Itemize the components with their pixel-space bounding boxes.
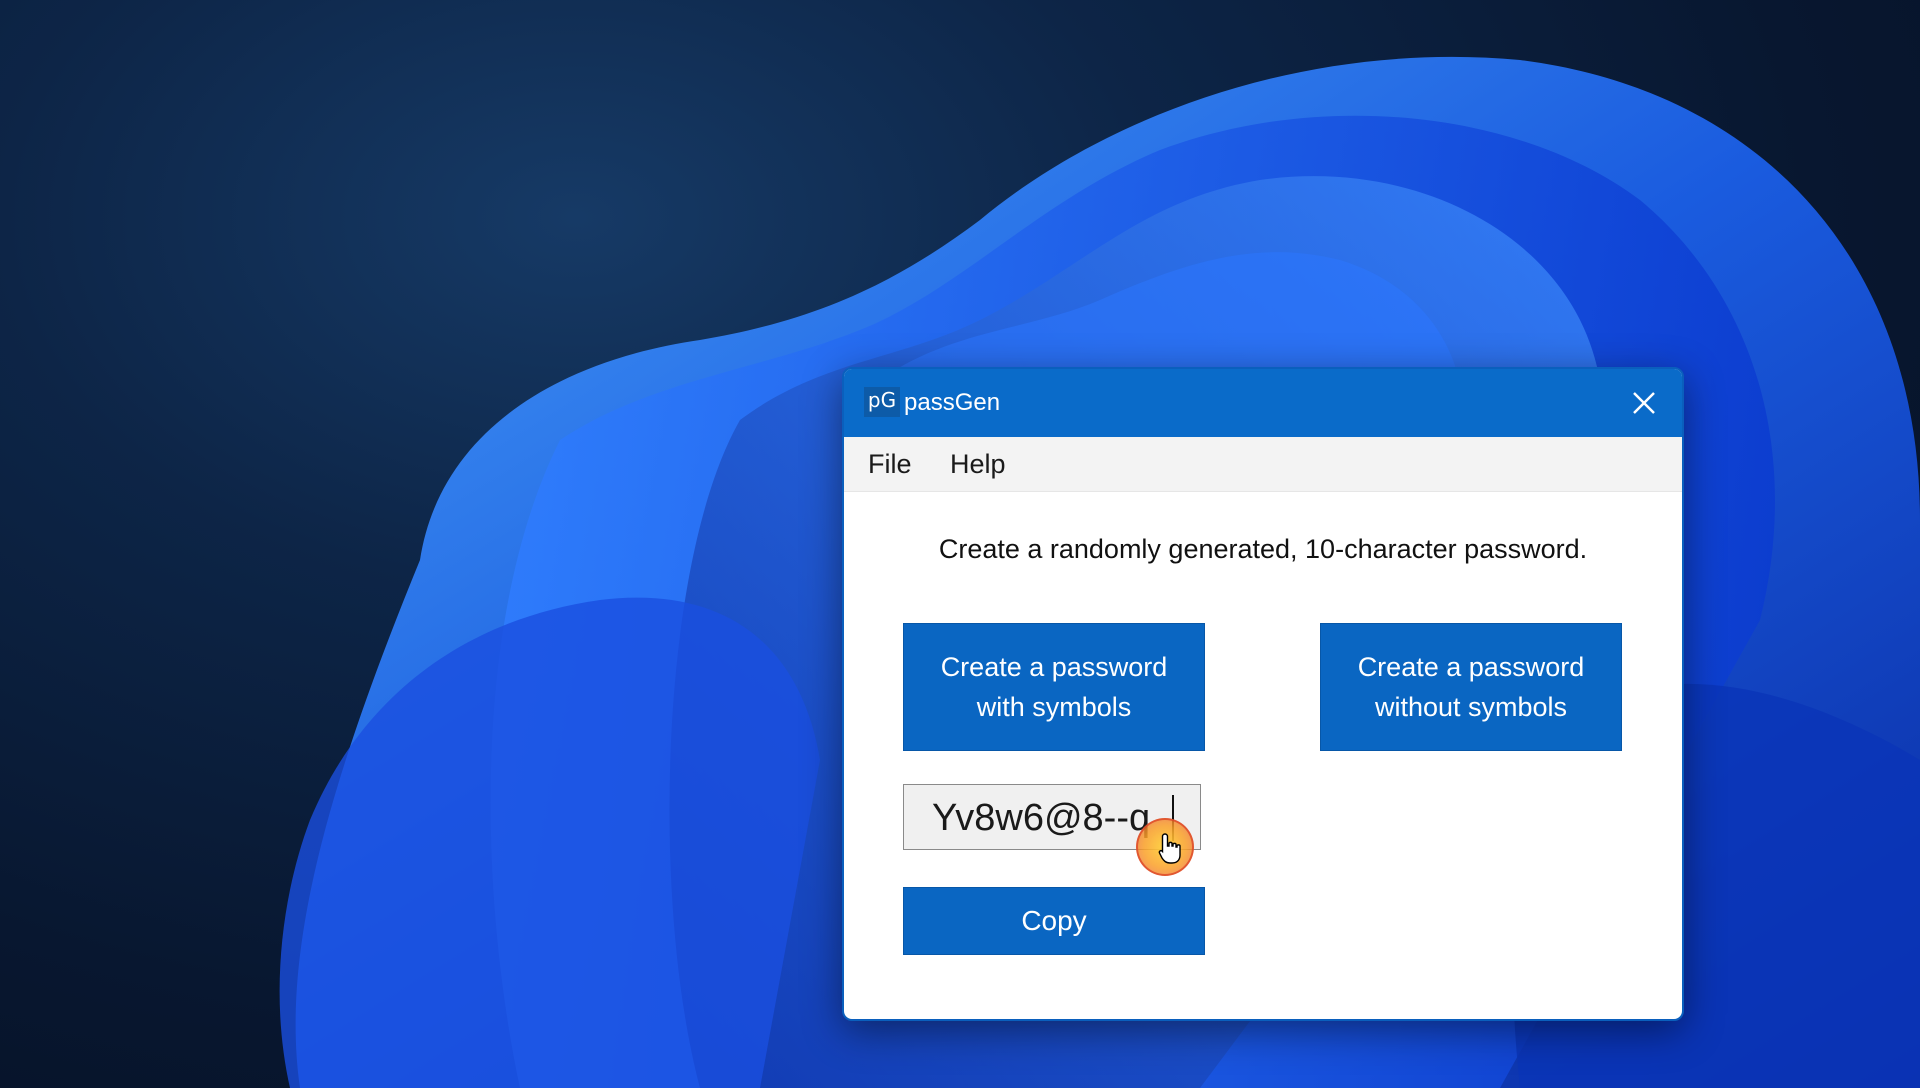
title-bar[interactable]: pG passGen — [844, 369, 1682, 437]
menu-help[interactable]: Help — [950, 449, 1006, 479]
create-with-symbols-label: Create a password with symbols — [940, 652, 1168, 722]
copy-label: Copy — [1021, 905, 1087, 936]
create-without-symbols-button[interactable]: Create a password without symbols — [1320, 623, 1622, 751]
passgen-window: pG passGen File Help Create a randomly g… — [842, 367, 1684, 1021]
close-icon — [1633, 392, 1655, 414]
password-value: Yv8w6@8--q — [932, 797, 1151, 839]
description-text: Create a randomly generated, 10-characte… — [938, 534, 1588, 564]
app-icon: pG — [864, 387, 900, 417]
menu-file[interactable]: File — [868, 449, 912, 479]
create-without-symbols-label: Create a password without symbols — [1357, 652, 1585, 722]
window-title: passGen — [904, 389, 1001, 416]
hand-pointer-icon — [1158, 833, 1181, 864]
close-button[interactable] — [1624, 383, 1664, 423]
menu-bar: File Help — [844, 437, 1682, 492]
copy-button[interactable]: Copy — [903, 887, 1205, 955]
create-with-symbols-button[interactable]: Create a password with symbols — [903, 623, 1205, 751]
